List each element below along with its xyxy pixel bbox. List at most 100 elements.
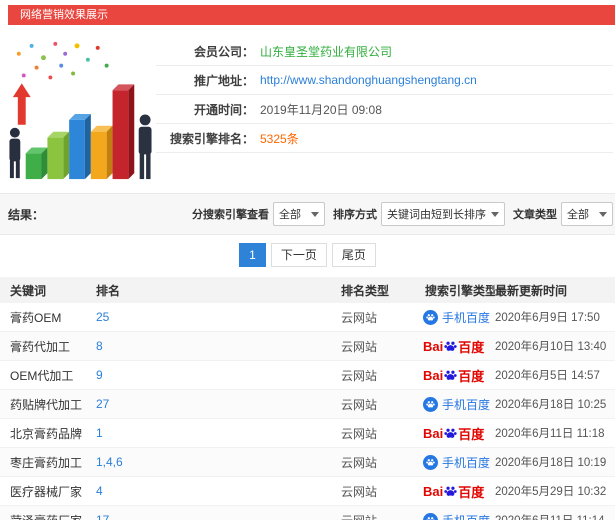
- updated-time-cell: 2020年6月11日 11:18: [495, 428, 605, 440]
- table-row: 北京膏药品牌 1 云网站 Bai 百度 2020年6月11日 11:18: [0, 419, 615, 448]
- article-type-label: 文章类型: [513, 209, 557, 221]
- rank-type-cell: 云网站: [333, 512, 417, 520]
- member-company-label: 会员公司：: [193, 44, 254, 59]
- keyword-cell: 枣庄膏药加工: [10, 455, 83, 470]
- engine-type-cell: Bai 百度: [417, 337, 495, 356]
- marketing-illustration: [4, 35, 156, 185]
- table-row: 枣庄膏药加工 1,4,6 云网站 手机百度 2020年6月18日 10:19: [0, 448, 615, 477]
- promo-url-link[interactable]: http://www.shandonghuangshengtang.cn: [260, 73, 477, 87]
- businessman-right: [138, 114, 152, 180]
- rank-type-cell: 云网站: [341, 455, 378, 470]
- mobile-baidu-icon: [423, 512, 438, 520]
- rank-cell[interactable]: 25: [88, 310, 333, 324]
- engine-type-cell: 手机百度: [417, 396, 495, 413]
- company-info-list: 会员公司： 山东皇圣堂药业有限公司 推广地址： http://www.shand…: [156, 35, 613, 185]
- updated-time-cell: 2020年6月9日 17:50: [495, 312, 600, 324]
- updated-time-cell: 2020年5月29日 10:32: [495, 486, 607, 498]
- baidu-logo: Bai 百度: [423, 483, 485, 500]
- rank-cell[interactable]: 4: [88, 484, 333, 498]
- engine-rank-label: 搜索引擎排名：: [169, 131, 254, 146]
- keyword-cell: 菏泽膏药厂家: [0, 512, 88, 520]
- mobile-baidu-label: 手机百度: [442, 455, 491, 470]
- keyword-cell: 膏药代加工: [10, 339, 71, 354]
- table-row: OEM代加工 9 云网站 Bai 百度 2020年6月5日 14:57: [0, 361, 615, 390]
- col-header-rank-type: 排名类型: [341, 283, 390, 298]
- info-section: 会员公司： 山东皇圣堂药业有限公司 推广地址： http://www.shand…: [0, 25, 615, 185]
- rank-cell[interactable]: 17: [88, 513, 333, 520]
- engine-rank-count: 5325条: [260, 131, 299, 146]
- updated-time-cell: 2020年6月18日 10:19: [495, 457, 607, 469]
- rank-type-cell: 云网站: [341, 484, 378, 499]
- table-row: 医疗器械厂家 4 云网站 Bai 百度 2020年5月29日 10:32: [0, 477, 615, 506]
- confetti-dots: [16, 41, 109, 80]
- result-label: 结果：: [8, 207, 45, 222]
- page-number-current[interactable]: 1: [239, 243, 266, 267]
- rank-cell[interactable]: 8: [88, 339, 333, 353]
- updated-time-cell: 2020年6月5日 14:57: [495, 370, 600, 382]
- baidu-logo: Bai 百度: [423, 367, 485, 384]
- info-row-rank-count: 搜索引擎排名： 5325条: [156, 124, 613, 153]
- baidu-logo: Bai 百度: [423, 338, 485, 355]
- paw-icon: [444, 370, 457, 380]
- keyword-cell: 药贴牌代加工: [10, 397, 83, 412]
- mobile-baidu-label: 手机百度: [442, 310, 491, 325]
- rank-type-cell: 云网站: [341, 368, 378, 383]
- mobile-baidu-label: 手机百度: [442, 512, 490, 520]
- chevron-down-icon: [311, 211, 319, 217]
- engine-type-cell: 手机百度: [417, 309, 495, 326]
- open-time-value: 2019年11月20日 09:08: [260, 102, 382, 117]
- article-type-select[interactable]: 全部: [561, 202, 613, 226]
- table-row: 膏药OEM 25 云网站 手机百度 2020年6月9日 17:50: [0, 303, 615, 332]
- rank-cell[interactable]: 9: [88, 368, 333, 382]
- mobile-baidu-label: 手机百度: [442, 397, 491, 412]
- table-row: 菏泽膏药厂家17云网站 手机百度 2020年6月11日 11:14: [0, 506, 615, 520]
- paw-icon: [426, 458, 435, 465]
- engine-type-cell: 手机百度: [417, 512, 495, 520]
- up-arrow-icon: [12, 83, 31, 125]
- mobile-baidu-mark: 手机百度: [423, 454, 490, 471]
- article-type-select-value: 全部: [567, 209, 589, 221]
- page-title: 网络营销效果展示: [20, 9, 108, 21]
- col-header-engine-type: 搜索引擎类型: [425, 283, 495, 298]
- engine-select-value: 全部: [279, 209, 301, 221]
- sort-select-value: 关键词由短到长排序: [387, 209, 486, 221]
- filter-controls: 分搜索引擎查看 全部 排序方式 关键词由短到长排序 文章类型 全部 提交: [192, 194, 615, 234]
- engine-type-cell: Bai 百度: [417, 482, 495, 501]
- updated-time-cell: 2020年6月10日 13:40: [495, 341, 607, 353]
- mobile-baidu-mark: 手机百度: [423, 396, 490, 413]
- next-page-button[interactable]: 下一页: [270, 243, 327, 267]
- promo-url-label: 推广地址：: [193, 73, 254, 88]
- info-row-opened: 开通时间： 2019年11月20日 09:08: [156, 95, 613, 124]
- engine-type-cell: 手机百度: [417, 454, 495, 471]
- updated-time-cell: 2020年6月11日 11:14: [495, 512, 615, 520]
- rank-type-cell: 云网站: [341, 339, 378, 354]
- rank-type-cell: 云网站: [341, 397, 378, 412]
- paw-icon: [444, 486, 457, 496]
- open-time-label: 开通时间：: [193, 102, 254, 117]
- engine-type-cell: Bai 百度: [417, 366, 495, 385]
- mobile-baidu-icon: [423, 454, 438, 470]
- rank-type-cell: 云网站: [341, 426, 378, 441]
- paw-icon: [426, 516, 435, 520]
- col-header-updated: 最新更新时间: [495, 283, 568, 298]
- info-row-url: 推广地址： http://www.shandonghuangshengtang.…: [156, 66, 613, 95]
- col-header-keyword: 关键词: [10, 283, 47, 298]
- bar-chart-illustration-graphic: [9, 41, 152, 180]
- keyword-cell: OEM代加工: [10, 368, 74, 383]
- mobile-baidu-mark: 手机百度: [423, 512, 490, 520]
- page-title-bar: 网络营销效果展示: [8, 5, 615, 25]
- paw-icon: [444, 341, 457, 351]
- rank-cell[interactable]: 27: [88, 397, 333, 411]
- engine-select[interactable]: 全部: [273, 202, 325, 226]
- paw-icon: [444, 428, 457, 438]
- paw-icon: [426, 313, 435, 320]
- bars: [25, 84, 135, 180]
- rank-cell[interactable]: 1: [88, 426, 333, 440]
- page: 网络营销效果展示 会员公司： 山东皇圣堂药业有限公司 推广地址： http://…: [0, 0, 615, 520]
- sort-filter-label: 排序方式: [333, 209, 377, 221]
- col-header-rank: 排名: [96, 283, 121, 298]
- engine-filter-label: 分搜索引擎查看: [192, 209, 269, 221]
- last-page-button[interactable]: 尾页: [331, 243, 376, 267]
- sort-select[interactable]: 关键词由短到长排序: [381, 202, 505, 226]
- rank-cell[interactable]: 1,4,6: [88, 455, 333, 469]
